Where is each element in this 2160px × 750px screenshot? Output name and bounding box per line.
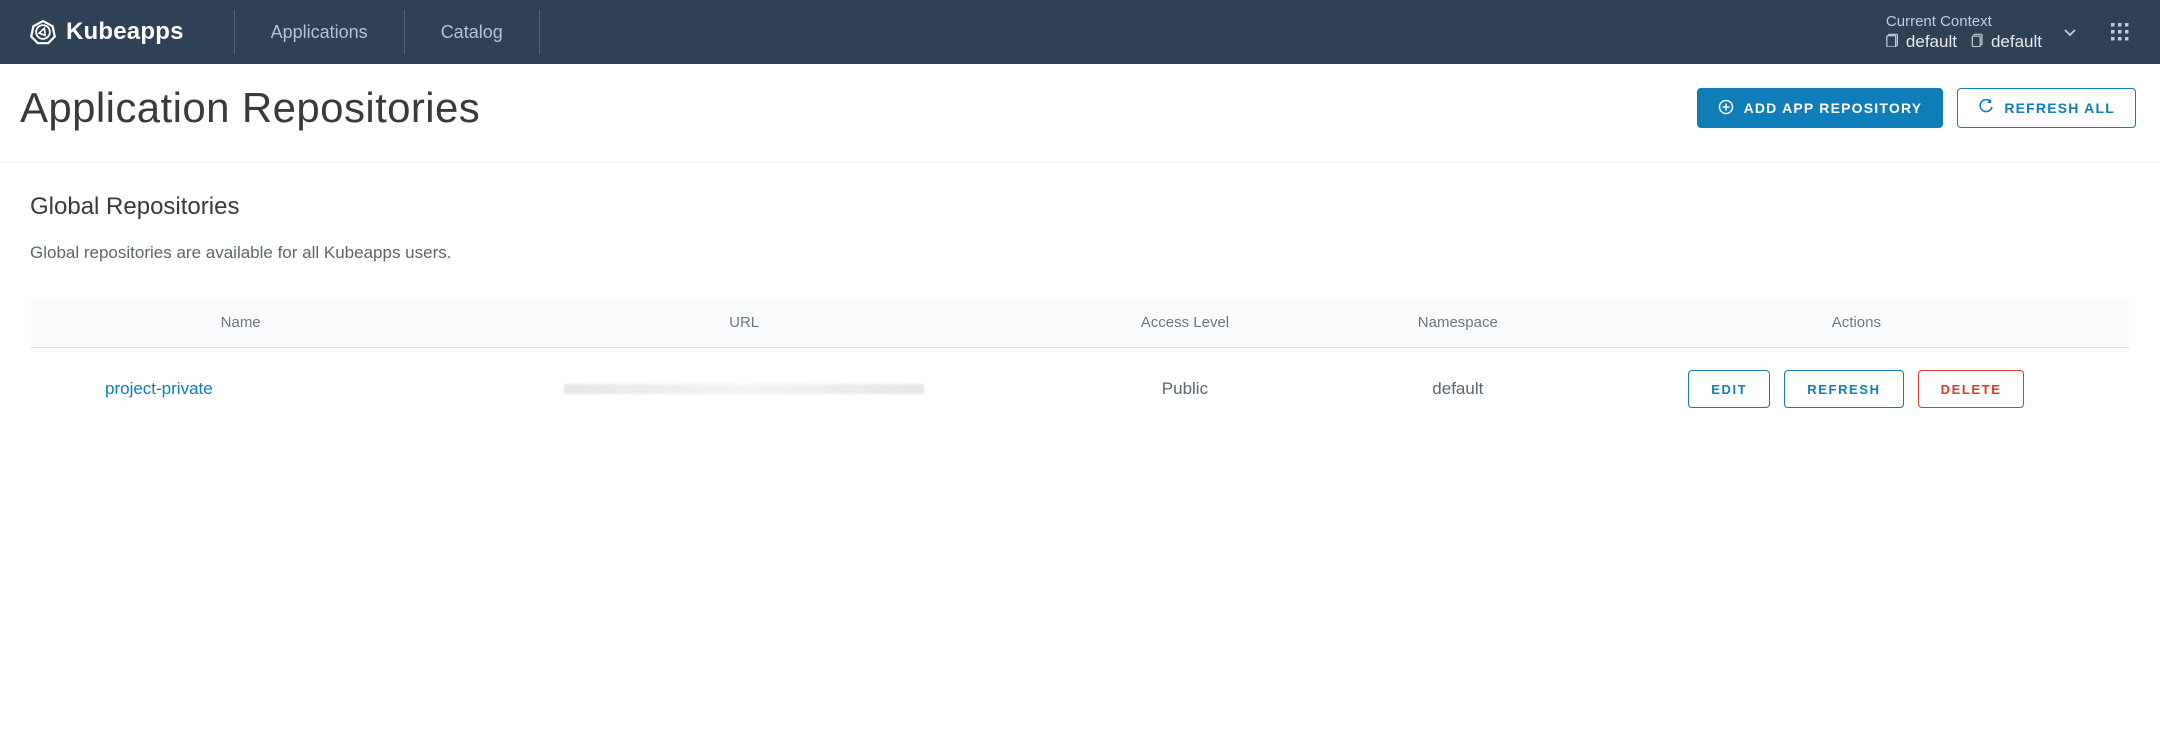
brand[interactable]: Kubeapps (20, 0, 194, 64)
apps-menu-icon[interactable] (2092, 0, 2140, 64)
brand-logo-icon (30, 19, 56, 45)
section-description: Global repositories are available for al… (30, 243, 2130, 263)
col-access: Access Level (1038, 298, 1332, 348)
refresh-all-label: REFRESH ALL (2004, 100, 2115, 116)
chevron-down-icon (2062, 24, 2078, 40)
page-header: Application Repositories ADD APP REPOSIT… (0, 64, 2160, 163)
col-actions: Actions (1584, 298, 2130, 348)
plus-circle-icon (1718, 99, 1734, 118)
brand-name: Kubeapps (66, 18, 184, 46)
col-name: Name (31, 298, 451, 348)
repo-url-redacted (564, 384, 924, 394)
add-app-repository-button[interactable]: ADD APP REPOSITORY (1697, 88, 1944, 128)
refresh-icon (1978, 99, 1994, 118)
col-namespace: Namespace (1332, 298, 1584, 348)
nav-catalog[interactable]: Catalog (405, 0, 539, 64)
edit-button[interactable]: EDIT (1688, 370, 1770, 408)
refresh-all-button[interactable]: REFRESH ALL (1957, 88, 2136, 128)
top-navbar: Kubeapps Applications Catalog Current Co… (0, 0, 2160, 64)
cluster-icon (1886, 32, 1900, 52)
add-app-repository-label: ADD APP REPOSITORY (1744, 100, 1923, 116)
repositories-table: Name URL Access Level Namespace Actions … (30, 297, 2130, 431)
repo-name-link[interactable]: project-private (105, 379, 213, 398)
delete-button[interactable]: DELETE (1918, 370, 2025, 408)
col-url: URL (450, 298, 1038, 348)
repo-access: Public (1038, 348, 1332, 431)
page-title: Application Repositories (20, 84, 480, 132)
repo-namespace: default (1332, 348, 1584, 431)
content: Global Repositories Global repositories … (0, 163, 2160, 461)
context-cluster: default (1906, 32, 1957, 52)
nav-applications[interactable]: Applications (235, 0, 404, 64)
context-selector[interactable]: Current Context default (1886, 0, 2092, 64)
context-label: Current Context (1886, 13, 2042, 30)
section-title: Global Repositories (30, 193, 2130, 221)
table-row: project-private Public default EDIT REFR… (31, 348, 2130, 431)
namespace-icon (1971, 32, 1985, 52)
context-namespace: default (1991, 32, 2042, 52)
refresh-button[interactable]: REFRESH (1784, 370, 1903, 408)
